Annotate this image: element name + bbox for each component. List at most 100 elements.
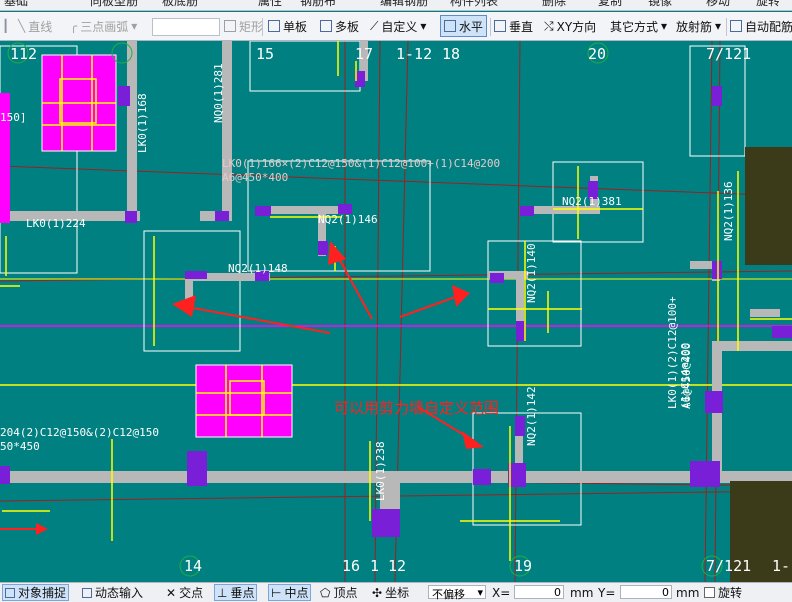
slab-opening-middle — [195, 364, 293, 438]
grid-label: 16 — [342, 557, 361, 575]
move-button[interactable]: 移动 — [706, 0, 730, 9]
offset-select[interactable]: 不偏移 ▾ — [428, 585, 486, 601]
type-combo-text[interactable]: 同板型筋 — [90, 0, 138, 9]
annotation-text: 可以用剪力墙自定义范围 — [334, 399, 500, 417]
y-coordinate-input[interactable]: 0 — [620, 585, 672, 599]
snap-icon — [5, 587, 15, 598]
horizontal-icon — [444, 20, 456, 32]
copy-button[interactable]: 复制 — [598, 0, 622, 9]
line-button[interactable]: ╲ 直线 — [18, 16, 52, 36]
slab-combo-text[interactable]: 板底筋 — [162, 0, 198, 9]
grid-label: 18 — [442, 45, 461, 63]
drawing-toolbar: ┃ ╲ 直线 ╭ 三点画弧 ▾ 矩形 单板 多板 ⟋ 自定义 ▾ 水平 垂直 ⤭ XY方向 … — [0, 12, 792, 41]
drawing-canvas[interactable]: 112 15 17 1-12 18 20 7/121 14 16 1 12 19… — [0, 41, 792, 582]
single-slab-icon — [268, 20, 280, 32]
perpendicular-icon: ⊥ — [217, 585, 228, 600]
rebar-label-vertical: A6@450*400 — [680, 342, 693, 409]
rebar-label-vertical: NQ2(1)142 — [525, 386, 538, 446]
xy-icon: ⤭ — [544, 18, 554, 33]
vertex-icon: ⬠ — [320, 585, 331, 600]
chevron-down-icon: ▾ — [131, 19, 138, 33]
properties-button[interactable]: 属性 — [258, 0, 282, 9]
toolbar-grip: ┃ — [2, 19, 10, 33]
rebar-label-vertical: LK0(1)168 — [136, 93, 149, 153]
grid-label: 14 — [184, 557, 203, 575]
vertex-snap-button[interactable]: ⬠ 顶点 — [320, 585, 357, 601]
line-icon: ╲ — [18, 19, 26, 33]
slab-opening-top — [41, 54, 117, 152]
vertical-button[interactable]: 垂直 — [494, 16, 533, 36]
mirror-button[interactable]: 镜像 — [648, 0, 672, 9]
midpoint-snap-button[interactable]: ⊢ 中点 — [268, 584, 312, 601]
top-toolbar-strip: 基础 同板型筋 板底筋 属性 钢筋布 编辑钢筋 构件列表 删除 复制 镜像 移动… — [0, 0, 792, 11]
rectangle-icon — [224, 20, 236, 32]
dark-region-top — [745, 147, 792, 265]
midpoint-icon: ⊢ — [271, 585, 282, 600]
y-unit: mm — [676, 585, 700, 600]
toolbar-separator — [262, 18, 263, 36]
rectangle-button[interactable]: 矩形 — [224, 16, 263, 36]
checkbox-icon — [704, 587, 715, 598]
rebar-label: 50*450 — [0, 440, 40, 453]
grid-label: 1- — [772, 557, 791, 575]
rebar-label: LK0(1)224 — [26, 217, 86, 230]
intersection-snap-button[interactable]: ✕ 交点 — [166, 585, 203, 601]
rebar-label: 204(2)C12@150&(2)C12@150 — [0, 426, 159, 439]
vertical-icon — [494, 20, 506, 32]
auto-config-button[interactable]: 自动配筋 — [730, 16, 792, 36]
rebar-label: LK0(1)166×(2)C12@150&(1)C12@100+(1)C14@2… — [222, 157, 501, 170]
radial-bar-button[interactable]: 放射筋 ▾ — [676, 16, 721, 36]
component-list-button[interactable]: 构件列表 — [450, 0, 498, 9]
rebar-label: NQ2(1)146 — [318, 213, 378, 226]
status-bar: 对象捕捉 动态输入 ✕ 交点 ⊥ 垂点 ⊢ 中点 ⬠ 顶点 ✣ 坐标 不偏移 ▾ X= 0 … — [0, 582, 792, 602]
rebar-label: 150] — [0, 111, 27, 124]
grid-label: 7/121 — [706, 557, 752, 575]
arc-options-combo[interactable] — [152, 18, 220, 36]
x-coordinate-input[interactable]: 0 — [514, 585, 564, 599]
custom-shape-icon: ⟋ — [370, 18, 379, 33]
multi-slab-button[interactable]: 多板 — [320, 16, 359, 36]
rebar-label: A6@450*400 — [222, 171, 289, 184]
grid-label: 1-12 — [396, 45, 433, 63]
grid-label: 1 — [370, 557, 380, 575]
auto-config-icon — [730, 20, 742, 32]
grid-label: 12 — [388, 557, 407, 575]
toolbar-separator — [490, 18, 491, 36]
grid-label: 15 — [256, 45, 275, 63]
single-slab-button[interactable]: 单板 — [268, 16, 307, 36]
rebar-label: NQ2(1)381 — [562, 195, 622, 208]
rebar-label-vertical: NQ2(1)136 — [722, 181, 735, 241]
rebar-label-vertical: LK0(1)238 — [374, 441, 387, 501]
dynamic-input-icon — [82, 587, 92, 598]
grid-label: 7/121 — [706, 45, 752, 63]
xy-direction-button[interactable]: ⤭ XY方向 — [544, 16, 596, 36]
rotate-checkbox[interactable]: 旋转 — [704, 585, 742, 600]
chevron-down-icon: ▾ — [477, 586, 483, 599]
arc-icon: ╭ — [70, 19, 78, 33]
toolbar-separator — [726, 18, 727, 36]
grid-label: 20 — [588, 45, 607, 63]
edit-rebar-button[interactable]: 编辑钢筋 — [380, 0, 428, 9]
rotate-button[interactable]: 旋转 — [756, 0, 780, 9]
three-point-arc-button[interactable]: ╭ 三点画弧 ▾ — [70, 16, 137, 36]
multi-slab-icon — [320, 20, 332, 32]
delete-button[interactable]: 删除 — [542, 0, 566, 9]
intersection-icon: ✕ — [166, 585, 177, 600]
rebar-label-vertical: NQ0(1)281 — [212, 63, 225, 123]
grid-label: 112 — [10, 45, 38, 63]
horizontal-button[interactable]: 水平 — [440, 15, 488, 37]
coordinate-icon: ✣ — [372, 585, 383, 600]
floor-combo-text[interactable]: 基础 — [4, 0, 28, 9]
y-label: Y= — [598, 585, 616, 600]
grid-label: 19 — [514, 557, 533, 575]
chevron-down-icon: ▾ — [420, 19, 427, 33]
object-snap-toggle[interactable]: 对象捕捉 — [2, 584, 70, 601]
rebar-label: NQ2(1)148 — [228, 262, 288, 275]
grid-label: 17 — [355, 45, 374, 63]
rebar-layout-button[interactable]: 钢筋布 — [300, 0, 336, 9]
other-methods-button[interactable]: 其它方式 ▾ — [610, 16, 667, 36]
coordinate-snap-button[interactable]: ✣ 坐标 — [372, 585, 409, 601]
dynamic-input-toggle[interactable]: 动态输入 — [82, 585, 143, 600]
perpendicular-snap-button[interactable]: ⊥ 垂点 — [214, 584, 258, 601]
custom-button[interactable]: ⟋ 自定义 ▾ — [370, 16, 426, 36]
